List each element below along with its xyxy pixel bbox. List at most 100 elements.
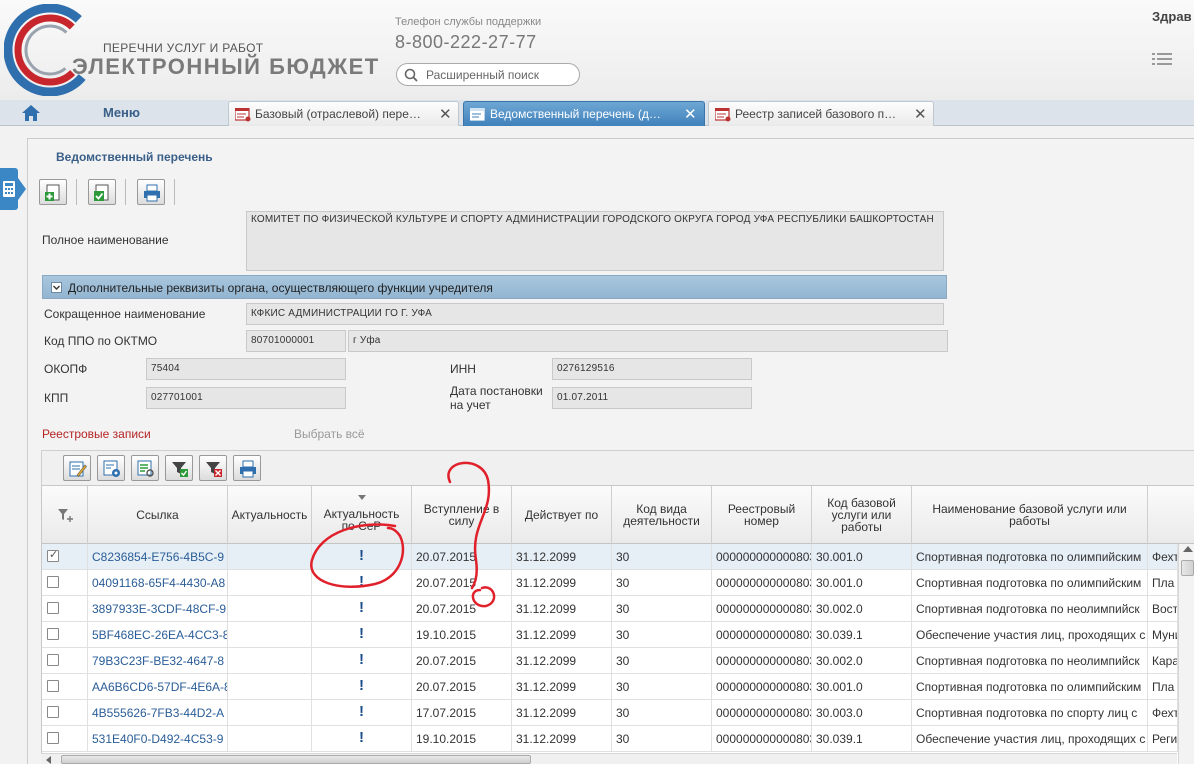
cell-registry-number: 000000000000803 xyxy=(712,622,812,648)
close-icon[interactable]: ✕ xyxy=(914,105,927,123)
row-checkbox[interactable] xyxy=(47,576,59,588)
row-checkbox[interactable] xyxy=(47,602,59,614)
logo-subtitle: ПЕРЕЧНИ УСЛУГ И РАБОТ xyxy=(103,41,264,55)
scroll-thumb[interactable] xyxy=(1181,560,1194,576)
tab-base-registry[interactable]: Реестр записей базового п… ✕ xyxy=(708,101,934,126)
clear-filter-button[interactable] xyxy=(199,455,227,481)
list-search-icon xyxy=(137,460,154,477)
full-name-label: Полное наименование xyxy=(42,233,169,247)
okopf-field[interactable]: 75404 xyxy=(146,358,346,380)
cell-valid-until: 31.12.2099 xyxy=(512,726,612,752)
tab-label: Базовый (отраслевой) пере… xyxy=(255,107,421,121)
warning-icon: ! xyxy=(312,544,412,570)
column-header-actuality[interactable]: Актуальность xyxy=(228,486,312,544)
column-header-valid-until[interactable]: Действует по xyxy=(512,486,612,544)
cell-link[interactable]: 4B555626-7FB3-44D2-A xyxy=(88,700,228,726)
row-checkbox[interactable] xyxy=(47,680,59,692)
column-header-effective-date[interactable]: Вступление в силу xyxy=(412,486,512,544)
cell-effective-date: 20.07.2015 xyxy=(412,544,512,570)
row-checkbox[interactable] xyxy=(47,706,59,718)
cell-link[interactable]: 3897933E-3CDF-48CF-9 xyxy=(88,596,228,622)
row-checkbox[interactable] xyxy=(47,732,59,744)
column-header-base-code[interactable]: Код базовой услуги или работы xyxy=(812,486,912,544)
document-icon xyxy=(715,108,731,122)
cell-activity-code: 30 xyxy=(612,674,712,700)
cell-actuality xyxy=(228,648,312,674)
cell-link[interactable]: 5BF468EC-26EA-4CC3-8 xyxy=(88,622,228,648)
chevron-down-icon[interactable] xyxy=(51,282,62,293)
cell-link[interactable]: 79B3C23F-BE32-4647-8 xyxy=(88,648,228,674)
column-header-extra[interactable] xyxy=(1148,486,1194,544)
view-records-button[interactable] xyxy=(131,455,159,481)
table-row[interactable]: 5BF468EC-26EA-4CC3-8! 19.10.2015 31.12.209… xyxy=(42,622,1194,648)
select-all-link[interactable]: Выбрать всё xyxy=(294,427,365,441)
kpp-field[interactable]: 027701001 xyxy=(146,387,346,409)
edit-icon xyxy=(69,461,87,477)
cell-registry-number: 000000000000803 xyxy=(712,700,812,726)
advanced-search[interactable] xyxy=(396,63,580,86)
search-input[interactable] xyxy=(426,67,574,83)
column-filter-header[interactable] xyxy=(42,486,88,544)
filter-add-icon xyxy=(57,509,73,522)
column-header-link[interactable]: Ссылка xyxy=(88,486,228,544)
reg-date-field[interactable]: 01.07.2011 xyxy=(552,387,752,409)
tab-base-list[interactable]: Базовый (отраслевой) пере… ✕ xyxy=(228,101,459,126)
side-panel-toggle[interactable] xyxy=(0,168,18,210)
cell-link[interactable]: 04091168-65F4-4430-A8 xyxy=(88,570,228,596)
row-checkbox[interactable] xyxy=(47,654,59,666)
cell-link[interactable]: 531E40F0-D492-4C53-9 xyxy=(88,726,228,752)
scroll-up-icon[interactable] xyxy=(1183,546,1193,552)
apply-filter-button[interactable] xyxy=(165,455,193,481)
scroll-left-icon[interactable] xyxy=(46,756,51,764)
table-row[interactable]: AA6B6CD6-57DF-4E6A-8! 20.07.2015 31.12.209… xyxy=(42,674,1194,700)
cell-extra: Фехт xyxy=(1148,700,1178,726)
edit-record-button[interactable] xyxy=(63,455,91,481)
table-row[interactable]: 4B555626-7FB3-44D2-A! 17.07.2015 31.12.209… xyxy=(42,700,1194,726)
reg-date-label: на учет xyxy=(450,398,491,412)
table-row[interactable]: 04091168-65F4-4430-A8! 20.07.2015 31.12.20… xyxy=(42,570,1194,596)
table-row[interactable]: C8236854-E756-4B5C-9!20.07.201531.12.209… xyxy=(42,544,1194,570)
column-header-base-name[interactable]: Наименование базовой услуги или работы xyxy=(912,486,1148,544)
warning-icon: ! xyxy=(312,622,412,648)
cell-effective-date: 17.07.2015 xyxy=(412,700,512,726)
cell-registry-number: 000000000000803 xyxy=(712,544,812,570)
cell-effective-date: 20.07.2015 xyxy=(412,596,512,622)
cell-extra: Вост xyxy=(1148,596,1178,622)
vertical-scrollbar[interactable] xyxy=(1178,544,1194,764)
reg-date-label: Дата постановки xyxy=(450,384,543,398)
cell-effective-date: 19.10.2015 xyxy=(412,726,512,752)
cell-actuality xyxy=(228,726,312,752)
record-settings-button[interactable] xyxy=(97,455,125,481)
print-button[interactable] xyxy=(137,179,165,205)
row-checkbox[interactable] xyxy=(47,548,59,562)
printer-icon xyxy=(240,460,256,478)
table-row[interactable]: 3897933E-3CDF-48CF-9! 20.07.2015 31.12.209… xyxy=(42,596,1194,622)
short-name-field[interactable]: КФКИС АДМИНИСТРАЦИИ ГО Г. УФА xyxy=(246,303,944,325)
close-icon[interactable]: ✕ xyxy=(684,105,697,123)
add-record-button[interactable] xyxy=(39,179,67,205)
full-name-field[interactable]: КОМИТЕТ ПО ФИЗИЧЕСКОЙ КУЛЬТУРЕ И СПОРТУ … xyxy=(246,211,944,271)
column-header-registry-number[interactable]: Реестровый номер xyxy=(712,486,812,544)
home-icon[interactable] xyxy=(21,104,41,122)
tab-departmental-list[interactable]: Ведомственный перечень (д… ✕ xyxy=(463,101,705,126)
list-menu-icon[interactable] xyxy=(1152,52,1172,66)
oktmo-name-field[interactable]: г Уфа xyxy=(348,330,948,352)
table-row[interactable]: 531E40F0-D492-4C53-9! 19.10.2015 31.12.209… xyxy=(42,726,1194,752)
cell-link[interactable]: AA6B6CD6-57DF-4E6A-8 xyxy=(88,674,228,700)
oktmo-code-field[interactable]: 80701000001 xyxy=(246,330,346,352)
column-header-actuality-ser[interactable]: Актуальность по СеР xyxy=(312,486,412,544)
table-row[interactable]: 79B3C23F-BE32-4647-8! 20.07.2015 31.12.209… xyxy=(42,648,1194,674)
additional-details-header[interactable]: Дополнительные реквизиты органа, осущест… xyxy=(42,275,947,299)
inn-field[interactable]: 0276129516 xyxy=(552,358,752,380)
column-header-activity-code[interactable]: Код вида деятельности xyxy=(612,486,712,544)
approve-button[interactable] xyxy=(88,179,116,205)
close-icon[interactable]: ✕ xyxy=(439,105,452,123)
row-checkbox[interactable] xyxy=(47,628,59,640)
scroll-thumb[interactable] xyxy=(61,755,531,764)
cell-base-code: 30.001.0 xyxy=(812,570,912,596)
electronic-budget-logo[interactable] xyxy=(4,4,96,96)
horizontal-scrollbar[interactable] xyxy=(41,753,1177,764)
print-registry-button[interactable] xyxy=(233,455,261,481)
menu-button[interactable]: Меню xyxy=(103,105,140,120)
cell-link[interactable]: C8236854-E756-4B5C-9 xyxy=(88,544,228,570)
